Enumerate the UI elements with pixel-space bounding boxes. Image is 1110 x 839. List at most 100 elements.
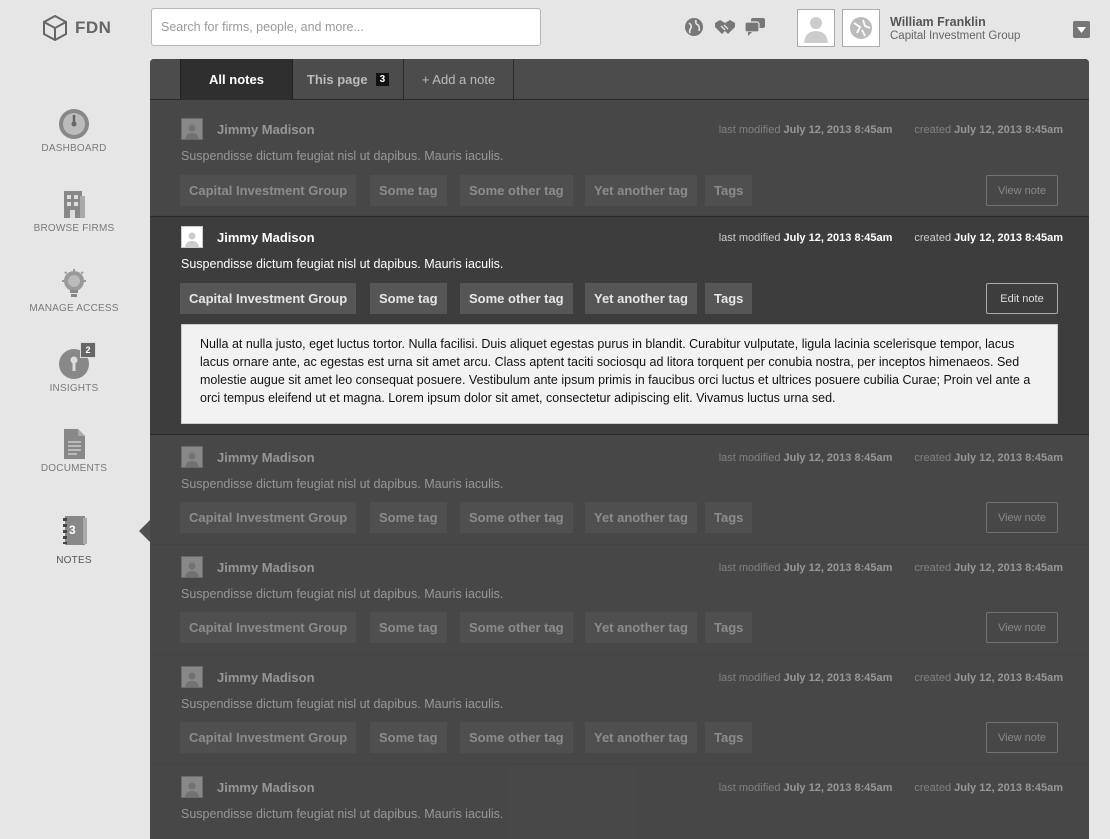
document-icon [64, 429, 85, 459]
note-author-avatar [181, 556, 203, 578]
sidebar-item-manage-access[interactable]: MANAGE ACCESS [0, 268, 148, 314]
person-icon [804, 17, 828, 43]
note-tag[interactable]: Some other tag [460, 612, 573, 643]
note-tag[interactable]: Some tag [370, 722, 447, 753]
search-input[interactable] [151, 8, 541, 46]
tab-add-note[interactable]: + Add a note [404, 59, 514, 99]
user-organization: Capital Investment Group [890, 30, 1021, 42]
sidebar-item-label: MANAGE ACCESS [29, 303, 119, 314]
view-note-button[interactable]: View note [986, 502, 1058, 533]
note-dates: last modified July 12, 2013 8:45am create… [719, 672, 1063, 684]
modified-label: last modified [718, 782, 781, 794]
note-tag[interactable]: Capital Investment Group [180, 612, 357, 643]
insights-badge: 2 [80, 342, 96, 358]
note-tag[interactable]: Some tag [370, 612, 447, 643]
view-note-button[interactable]: View note [986, 612, 1058, 643]
note-tag[interactable]: Tags [705, 722, 753, 753]
note-tag[interactable]: Yet another tag [585, 722, 697, 753]
created-label: created [914, 672, 952, 684]
note-author-avatar [181, 666, 203, 688]
person-icon [185, 452, 199, 467]
tab-all-notes[interactable]: All notes [180, 59, 293, 100]
lightbulb-icon [62, 269, 86, 297]
created-label: created [914, 124, 952, 136]
note-author[interactable]: Jimmy Madison [217, 230, 315, 245]
sidebar-item-notes[interactable]: 3 NOTES [0, 515, 148, 566]
note-author[interactable]: Jimmy Madison [217, 122, 315, 137]
note-tag[interactable]: Capital Investment Group [180, 283, 357, 314]
tab-label: This page [306, 71, 368, 87]
note-author[interactable]: Jimmy Madison [217, 450, 315, 465]
note-tag[interactable]: Tags [705, 612, 753, 643]
note-tag[interactable]: Yet another tag [585, 502, 697, 533]
modified-date: July 12, 2013 8:45am [783, 124, 893, 136]
org-globe-icon [850, 17, 872, 39]
note-tag[interactable]: Some other tag [460, 502, 573, 533]
app-logo[interactable]: FDN [42, 15, 111, 41]
modified-date: July 12, 2013 8:45am [783, 232, 893, 244]
note-dates: last modified July 12, 2013 8:45am create… [719, 782, 1063, 794]
person-icon [185, 782, 199, 797]
note-tag[interactable]: Some tag [370, 283, 447, 314]
person-icon [185, 124, 199, 139]
user-name[interactable]: William Franklin [890, 15, 986, 29]
sidebar-item-documents[interactable]: DOCUMENTS [0, 428, 148, 474]
note-tag[interactable]: Some tag [370, 175, 447, 206]
user-avatar[interactable] [797, 9, 835, 47]
note-tag[interactable]: Yet another tag [585, 175, 697, 206]
sidebar-item-label: INSIGHTS [49, 383, 99, 394]
edit-note-button[interactable]: Edit note [986, 283, 1058, 314]
created-date: July 12, 2013 8:45am [954, 782, 1063, 794]
sidebar-item-insights[interactable]: 2 INSIGHTS [0, 342, 148, 394]
modified-label: last modified [718, 124, 781, 136]
sidebar-item-dashboard[interactable]: DASHBOARD [0, 108, 148, 154]
note-author[interactable]: Jimmy Madison [217, 780, 315, 795]
note-tag[interactable]: Yet another tag [585, 283, 697, 314]
tab-label: All notes [209, 72, 264, 87]
modified-label: last modified [718, 562, 781, 574]
tab-this-page[interactable]: This page 3 [293, 59, 404, 99]
view-note-button[interactable]: View note [986, 175, 1058, 206]
modified-label: last modified [718, 452, 781, 464]
note-item: Jimmy Madison last modified July 12, 201… [150, 435, 1089, 545]
note-tag[interactable]: Tags [705, 175, 753, 206]
note-summary: Suspendisse dictum feugiat nisl ut dapib… [181, 697, 504, 711]
note-tag[interactable]: Capital Investment Group [180, 502, 357, 533]
note-tag[interactable]: Capital Investment Group [180, 175, 357, 206]
note-author-avatar [181, 776, 203, 798]
note-author[interactable]: Jimmy Madison [217, 670, 315, 685]
active-nav-pointer [139, 520, 150, 542]
tab-label: + Add a note [421, 71, 496, 87]
note-author-avatar [181, 226, 203, 248]
notes-tabs: All notes This page 3 + Add a note [150, 59, 1089, 100]
tab-count-badge: 3 [375, 72, 390, 86]
note-tag[interactable]: Yet another tag [585, 612, 697, 643]
globe-icon[interactable] [683, 16, 705, 38]
note-body-text: Nulla at nulla justo, eget luctus tortor… [181, 324, 1058, 424]
chat-icon[interactable] [744, 16, 766, 38]
note-summary: Suspendisse dictum feugiat nisl ut dapib… [181, 477, 504, 491]
person-icon [185, 672, 199, 687]
note-tag[interactable]: Tags [705, 502, 753, 533]
modified-date: July 12, 2013 8:45am [783, 782, 893, 794]
note-tag[interactable]: Some other tag [460, 722, 573, 753]
created-label: created [914, 782, 952, 794]
cube-logo-icon [43, 15, 67, 41]
logo-text: FDN [75, 18, 112, 37]
view-note-button[interactable]: View note [986, 722, 1058, 753]
note-author-avatar [181, 118, 203, 140]
caret-down-icon [1077, 26, 1086, 33]
handshake-icon[interactable] [714, 16, 736, 38]
sidebar-item-browse-firms[interactable]: BROWSE FIRMS [0, 188, 148, 234]
note-tag[interactable]: Some other tag [460, 175, 573, 206]
user-menu-toggle[interactable] [1073, 21, 1090, 38]
note-tag[interactable]: Some tag [370, 502, 447, 533]
note-dates: last modified July 12, 2013 8:45am create… [719, 124, 1063, 136]
building-icon [64, 191, 85, 218]
note-tag[interactable]: Capital Investment Group [180, 722, 357, 753]
person-icon [185, 562, 199, 577]
note-tag[interactable]: Tags [705, 283, 753, 314]
organization-avatar[interactable] [842, 9, 880, 47]
note-tag[interactable]: Some other tag [460, 283, 573, 314]
note-author[interactable]: Jimmy Madison [217, 560, 315, 575]
